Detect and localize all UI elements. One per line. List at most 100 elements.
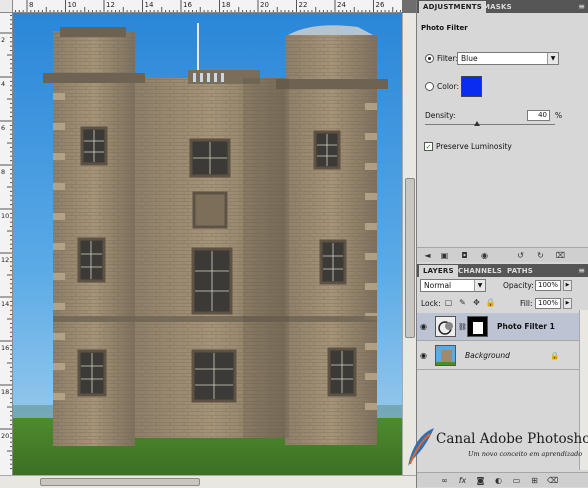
adjustment-title: Photo Filter (421, 24, 468, 32)
tab-masks[interactable]: MASKS (479, 1, 516, 13)
ruler-label: 16 (1, 344, 9, 352)
filter-label: Filter: (437, 54, 458, 63)
visibility-icon[interactable]: ◉ (479, 250, 490, 261)
fill-arrow-icon[interactable]: ▶ (563, 298, 572, 309)
reset-icon[interactable]: ↻ (535, 250, 546, 261)
layers-footer: ∞ fx ◙ ◐ ▭ ⊞ ⌫ (417, 472, 588, 487)
folder-icon[interactable]: ▭ (511, 475, 522, 486)
ruler-label: 14 (145, 1, 154, 9)
ruler-label: 8 (29, 1, 33, 9)
color-label: Color: (437, 82, 459, 91)
preserve-luminosity-label: Preserve Luminosity (436, 142, 512, 151)
adjustments-footer: ◄ ▣ ◘ ◉ ↺ ↻ ⌧ (417, 247, 588, 262)
photo-filter-icon (438, 321, 453, 335)
color-swatch[interactable] (461, 76, 482, 97)
layer-name: Background (465, 351, 510, 360)
vertical-scrollbar[interactable] (402, 13, 416, 475)
ruler-label: 12 (106, 1, 115, 9)
chevron-down-icon: ▼ (547, 53, 558, 64)
tab-adjustments[interactable]: ADJUSTMENTS (419, 1, 486, 13)
panels-dock: ADJUSTMENTS MASKS ≡ Photo Filter Filter:… (416, 0, 588, 488)
layer-row-photo-filter[interactable]: ◉ ⛓ Photo Filter 1 (417, 313, 579, 341)
document-canvas[interactable]: 8 10 12 14 16 18 20 22 24 26 2 4 6 8 10 12 14 16 18 20 (0, 0, 416, 488)
eye-icon[interactable]: ◉ (420, 322, 430, 332)
link-icon[interactable]: ∞ (439, 475, 450, 486)
ruler-label: 20 (260, 1, 269, 9)
preserve-luminosity-checkbox[interactable]: ✓ (424, 142, 433, 151)
lock-label: Lock: (421, 299, 441, 308)
ruler-label: 26 (376, 1, 385, 9)
layer-row-background[interactable]: ◉ Background 🔒 (417, 342, 579, 370)
castle-tower-illustration (13, 13, 402, 475)
horizontal-scroll-thumb[interactable] (40, 478, 200, 486)
ruler-left[interactable]: 2 4 6 8 10 12 14 16 18 20 (0, 13, 13, 475)
vertical-scroll-thumb[interactable] (405, 178, 415, 338)
ruler-label: 2 (1, 36, 5, 44)
density-slider-track[interactable] (425, 124, 555, 125)
density-label: Density: (425, 111, 456, 120)
density-slider-thumb[interactable] (474, 121, 480, 126)
ruler-label: 4 (1, 80, 5, 88)
filter-select[interactable]: Blue ▼ (457, 52, 559, 65)
fill-label: Fill: (520, 299, 533, 308)
expand-icon[interactable]: ▣ (439, 250, 450, 261)
mask-icon[interactable]: ◙ (475, 475, 486, 486)
tab-layers[interactable]: LAYERS (419, 265, 458, 277)
watermark-logo: Canal Adobe Photoshop Um novo conceito e… (404, 426, 588, 470)
new-layer-icon[interactable]: ⊞ (529, 475, 540, 486)
ruler-label: 16 (183, 1, 192, 9)
feather-logo-icon (408, 428, 434, 466)
reset-previous-icon[interactable]: ↺ (515, 250, 526, 261)
layer-name: Photo Filter 1 (497, 322, 555, 331)
ruler-left-ticks: 2 4 6 8 10 12 14 16 18 20 (0, 14, 12, 470)
back-icon[interactable]: ◄ (422, 250, 433, 261)
lock-transparent-icon[interactable]: ▢ (443, 297, 454, 308)
lock-all-icon[interactable]: 🔒 (485, 297, 496, 308)
adjustments-tabbar: ADJUSTMENTS MASKS ≡ (417, 0, 588, 13)
lock-move-icon[interactable]: ✥ (471, 297, 482, 308)
ruler-label: 10 (68, 1, 77, 9)
ruler-top[interactable]: 8 10 12 14 16 18 20 22 24 26 (13, 0, 402, 13)
lock-icon: 🔒 (550, 351, 560, 360)
chain-link-icon[interactable]: ⛓ (458, 323, 467, 331)
fx-icon[interactable]: fx (457, 475, 468, 486)
panel-menu-icon[interactable]: ≡ (578, 2, 585, 11)
ruler-corner[interactable] (0, 0, 13, 13)
ruler-label: 14 (1, 300, 9, 308)
layers-tabbar: LAYERS CHANNELS PATHS ≡ (417, 264, 588, 277)
ruler-label: 18 (1, 388, 9, 396)
ruler-label: 6 (1, 124, 5, 132)
opacity-label: Opacity: (503, 281, 534, 290)
ruler-label: 24 (337, 1, 346, 9)
ruler-label: 12 (1, 256, 9, 264)
ruler-top-ticks: 8 10 12 14 16 18 20 22 24 26 (14, 0, 401, 12)
thumbnail-grass (436, 362, 455, 365)
ruler-label: 22 (299, 1, 308, 9)
color-radio[interactable] (425, 82, 434, 91)
density-input[interactable]: 40 (527, 110, 550, 121)
watermark-title: Canal Adobe Photoshop (436, 431, 588, 447)
ruler-label: 8 (1, 168, 5, 176)
fill-input[interactable]: 100% (535, 298, 561, 309)
mask-shape (473, 322, 483, 334)
layers-panel-menu-icon[interactable]: ≡ (578, 266, 585, 275)
eye-icon[interactable]: ◉ (420, 351, 430, 361)
ruler-label: 10 (1, 212, 9, 220)
trash-icon[interactable]: ⌫ (547, 475, 558, 486)
chevron-down-icon: ▼ (474, 280, 485, 291)
background-layer-thumbnail (435, 345, 456, 366)
opacity-input[interactable]: 100% (535, 280, 561, 291)
opacity-arrow-icon[interactable]: ▶ (563, 280, 572, 291)
layer-mask-thumbnail[interactable] (467, 316, 488, 337)
blend-mode-select[interactable]: Normal ▼ (420, 279, 486, 292)
filter-radio[interactable] (425, 54, 434, 63)
tab-channels[interactable]: CHANNELS (454, 265, 506, 277)
adjustment-icon[interactable]: ◐ (493, 475, 504, 486)
tab-paths[interactable]: PATHS (503, 265, 537, 277)
lock-paint-icon[interactable]: ✎ (457, 297, 468, 308)
clip-icon[interactable]: ◘ (459, 250, 470, 261)
horizontal-scrollbar[interactable] (0, 475, 416, 488)
adjustment-layer-thumbnail (435, 316, 456, 337)
filter-select-value: Blue (461, 54, 478, 63)
delete-icon[interactable]: ⌧ (555, 250, 566, 261)
